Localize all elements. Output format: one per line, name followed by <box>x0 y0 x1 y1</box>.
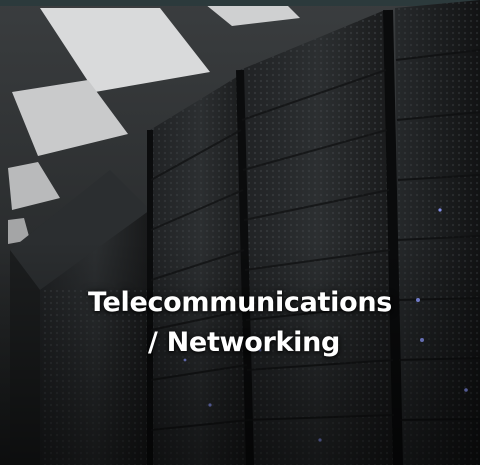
server-racks-photo <box>0 0 480 465</box>
category-tile[interactable]: Telecommunications / Networking <box>0 0 480 465</box>
